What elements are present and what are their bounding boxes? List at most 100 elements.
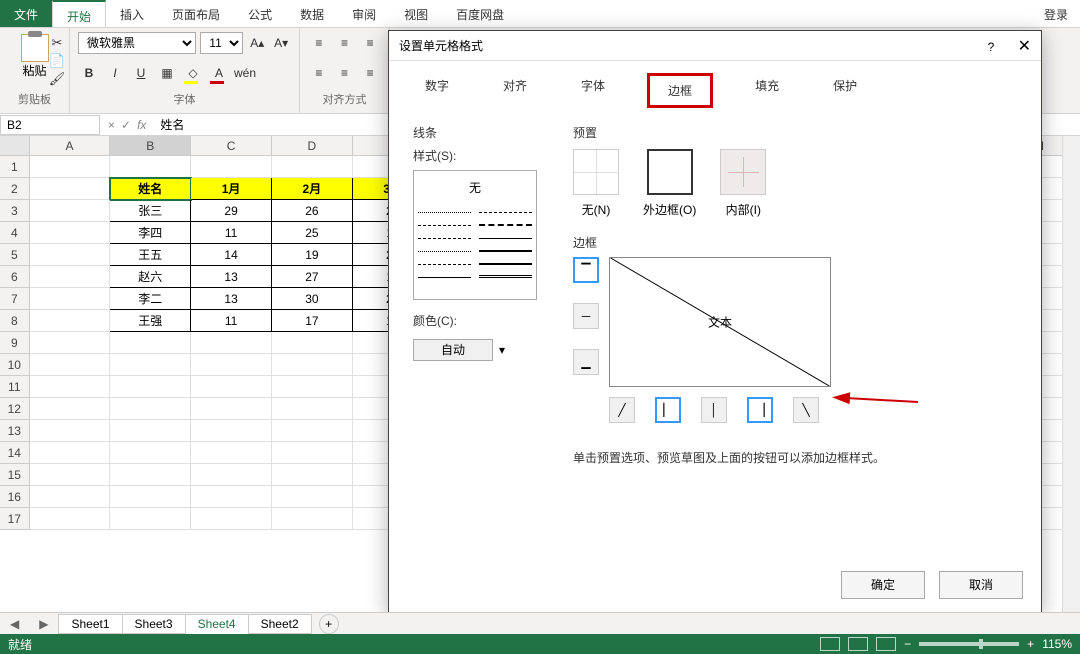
- italic-button[interactable]: I: [104, 62, 126, 84]
- line-style-item[interactable]: [479, 229, 532, 239]
- align-top-icon[interactable]: ≡: [308, 32, 330, 54]
- cell[interactable]: [110, 464, 191, 486]
- row-header[interactable]: 2: [0, 178, 30, 200]
- border-diag-down-button[interactable]: ╲: [793, 397, 819, 423]
- tab-formula[interactable]: 公式: [234, 0, 286, 27]
- login-link[interactable]: 登录: [1044, 6, 1068, 23]
- align-right-icon[interactable]: ≡: [359, 62, 381, 84]
- name-box[interactable]: B2: [0, 115, 100, 135]
- fx-icon[interactable]: fx: [137, 118, 146, 132]
- cut-icon[interactable]: ✂: [48, 34, 66, 52]
- zoom-in-icon[interactable]: +: [1027, 637, 1034, 651]
- border-mid-v-button[interactable]: │: [701, 397, 727, 423]
- cell[interactable]: [272, 508, 353, 530]
- cell[interactable]: [30, 200, 111, 222]
- line-color-select[interactable]: 自动: [413, 339, 493, 361]
- cell[interactable]: 29: [191, 200, 272, 222]
- cell[interactable]: [110, 486, 191, 508]
- cell[interactable]: 17: [272, 310, 353, 332]
- row-header[interactable]: 9: [0, 332, 30, 354]
- row-header[interactable]: 7: [0, 288, 30, 310]
- cell[interactable]: [30, 310, 111, 332]
- shrink-font-icon[interactable]: A▾: [271, 32, 291, 54]
- cell[interactable]: [30, 376, 111, 398]
- font-name-select[interactable]: 微软雅黑: [78, 32, 196, 54]
- cell[interactable]: [191, 376, 272, 398]
- border-button[interactable]: ▦: [156, 62, 178, 84]
- cell[interactable]: 13: [191, 288, 272, 310]
- row-header[interactable]: 16: [0, 486, 30, 508]
- col-D[interactable]: D: [272, 136, 353, 155]
- zoom-out-icon[interactable]: −: [904, 637, 911, 651]
- cell[interactable]: [30, 266, 111, 288]
- cell[interactable]: [191, 442, 272, 464]
- align-mid-icon[interactable]: ≡: [334, 32, 356, 54]
- col-C[interactable]: C: [191, 136, 272, 155]
- row-header[interactable]: 10: [0, 354, 30, 376]
- sheet-nav-next-icon[interactable]: ▶: [29, 617, 58, 631]
- cell[interactable]: 13: [191, 266, 272, 288]
- row-header[interactable]: 11: [0, 376, 30, 398]
- line-style-item[interactable]: [479, 216, 532, 226]
- preset-inner-button[interactable]: [720, 149, 766, 195]
- cell[interactable]: [191, 420, 272, 442]
- copy-icon[interactable]: 📄: [48, 52, 66, 70]
- border-diag-up-button[interactable]: ╱: [609, 397, 635, 423]
- tab-file[interactable]: 文件: [0, 0, 52, 27]
- sheet-tab[interactable]: Sheet4: [185, 614, 249, 634]
- border-right-button[interactable]: ▕: [747, 397, 773, 423]
- zoom-slider[interactable]: [919, 642, 1019, 646]
- row-header[interactable]: 4: [0, 222, 30, 244]
- cell[interactable]: [272, 420, 353, 442]
- cell[interactable]: [110, 442, 191, 464]
- dlg-tab-border[interactable]: 边框: [647, 73, 713, 108]
- cell[interactable]: [272, 486, 353, 508]
- line-style-item[interactable]: [418, 216, 471, 226]
- cell[interactable]: [30, 508, 111, 530]
- cell[interactable]: [110, 508, 191, 530]
- cell[interactable]: [272, 354, 353, 376]
- phonetic-button[interactable]: wén: [234, 62, 256, 84]
- zoom-level[interactable]: 115%: [1042, 637, 1072, 651]
- cell[interactable]: [30, 156, 111, 178]
- cell[interactable]: [272, 332, 353, 354]
- tab-layout[interactable]: 页面布局: [158, 0, 234, 27]
- brush-icon[interactable]: 🖌: [48, 70, 66, 88]
- underline-button[interactable]: U: [130, 62, 152, 84]
- tab-pan[interactable]: 百度网盘: [442, 0, 518, 27]
- col-B[interactable]: B: [110, 136, 191, 155]
- preset-outer-button[interactable]: [647, 149, 693, 195]
- cell[interactable]: [110, 420, 191, 442]
- cell[interactable]: [30, 420, 111, 442]
- cell[interactable]: [272, 398, 353, 420]
- border-bottom-button[interactable]: ▁: [573, 349, 599, 375]
- cell[interactable]: [110, 376, 191, 398]
- cell[interactable]: 王五: [110, 244, 191, 266]
- cell[interactable]: [30, 332, 111, 354]
- cell[interactable]: 11: [191, 310, 272, 332]
- page-break-view-icon[interactable]: [876, 637, 896, 651]
- align-left-icon[interactable]: ≡: [308, 62, 330, 84]
- font-color-button[interactable]: A: [208, 62, 230, 84]
- cell[interactable]: 11: [191, 222, 272, 244]
- cell[interactable]: 王强: [110, 310, 191, 332]
- cell[interactable]: [110, 398, 191, 420]
- cell[interactable]: 26: [272, 200, 353, 222]
- cell[interactable]: 19: [272, 244, 353, 266]
- cell[interactable]: [110, 354, 191, 376]
- tab-review[interactable]: 审阅: [338, 0, 390, 27]
- dialog-help-icon[interactable]: ?: [988, 40, 995, 54]
- chevron-down-icon[interactable]: ▾: [499, 343, 505, 357]
- line-style-item[interactable]: [479, 203, 532, 213]
- line-style-item[interactable]: [479, 255, 532, 265]
- line-style-none[interactable]: 无: [418, 175, 532, 200]
- cancel-formula-icon[interactable]: ×: [108, 118, 115, 132]
- bold-button[interactable]: B: [78, 62, 100, 84]
- cell[interactable]: [191, 398, 272, 420]
- dlg-tab-font[interactable]: 字体: [569, 73, 617, 108]
- dlg-tab-fill[interactable]: 填充: [743, 73, 791, 108]
- font-size-select[interactable]: 11: [200, 32, 243, 54]
- row-header[interactable]: 12: [0, 398, 30, 420]
- line-style-item[interactable]: [479, 242, 532, 252]
- sheet-nav-prev-icon[interactable]: ◀: [0, 617, 29, 631]
